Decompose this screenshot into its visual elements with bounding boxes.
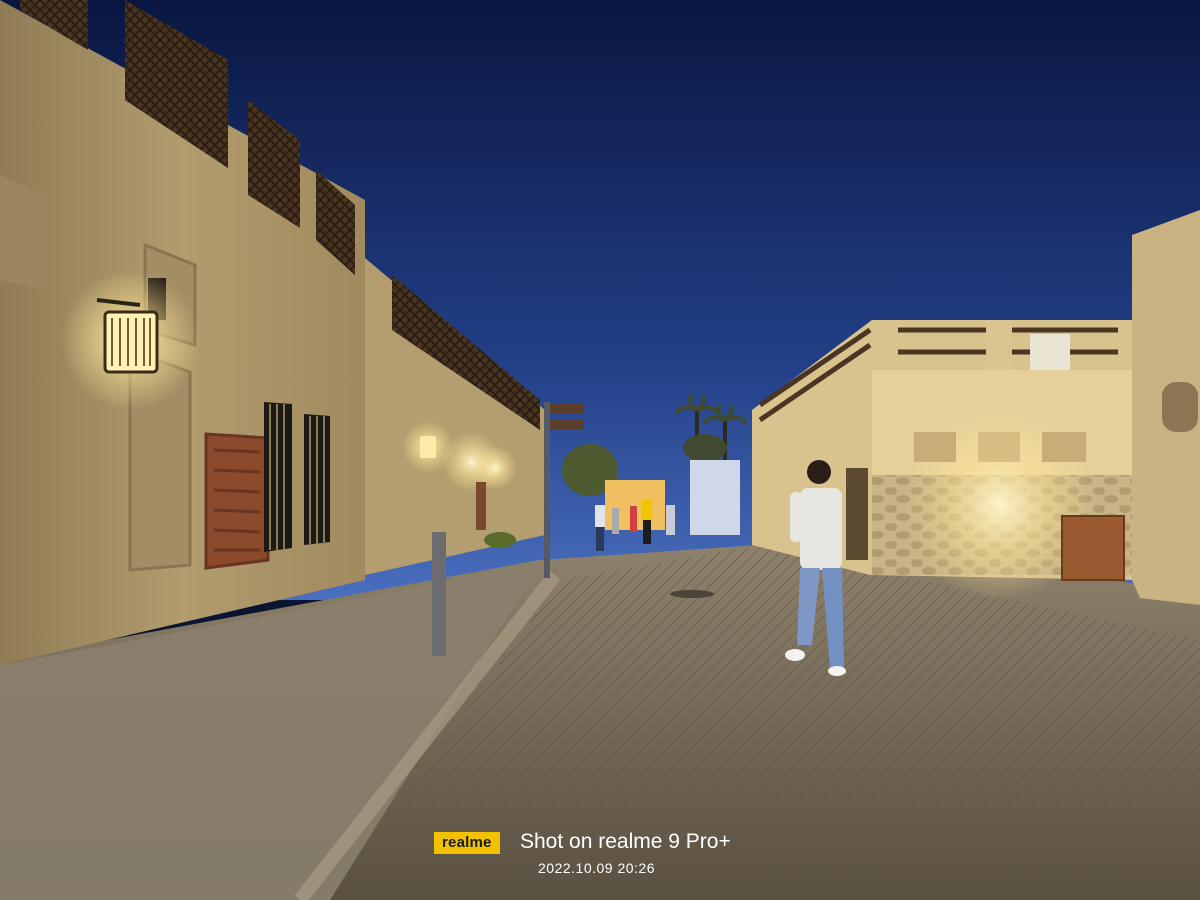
signpost-pole xyxy=(544,402,550,578)
direction-sign xyxy=(550,404,584,414)
shot-on-text: Shot on realme 9 Pro+ xyxy=(520,830,731,853)
distant-building-white xyxy=(690,460,740,535)
wooden-panel xyxy=(1061,515,1125,581)
wall-niche xyxy=(0,175,45,290)
wall-recess xyxy=(1042,432,1086,462)
street-photo: realme Shot on realme 9 Pro+ 2022.10.09 … xyxy=(0,0,1200,900)
wall-recess xyxy=(978,432,1020,462)
planter-shrub xyxy=(484,532,516,548)
camera-watermark: realme Shot on realme 9 Pro+ 2022.10.09 … xyxy=(434,828,794,878)
wall-lantern xyxy=(420,436,436,458)
photo-canvas xyxy=(0,0,1200,900)
direction-sign xyxy=(550,420,584,430)
arched-window xyxy=(1162,382,1198,432)
drain-cover xyxy=(670,590,714,598)
doorway xyxy=(476,482,486,530)
timestamp-text: 2022.10.09 20:26 xyxy=(538,860,655,876)
rooftop-unit xyxy=(1030,334,1070,370)
doorway xyxy=(846,468,868,560)
wooden-shutter xyxy=(204,432,270,570)
wall-recess xyxy=(914,432,956,462)
bollard xyxy=(432,532,446,656)
brand-badge: realme xyxy=(434,832,500,854)
roof-pillar xyxy=(986,320,1012,370)
